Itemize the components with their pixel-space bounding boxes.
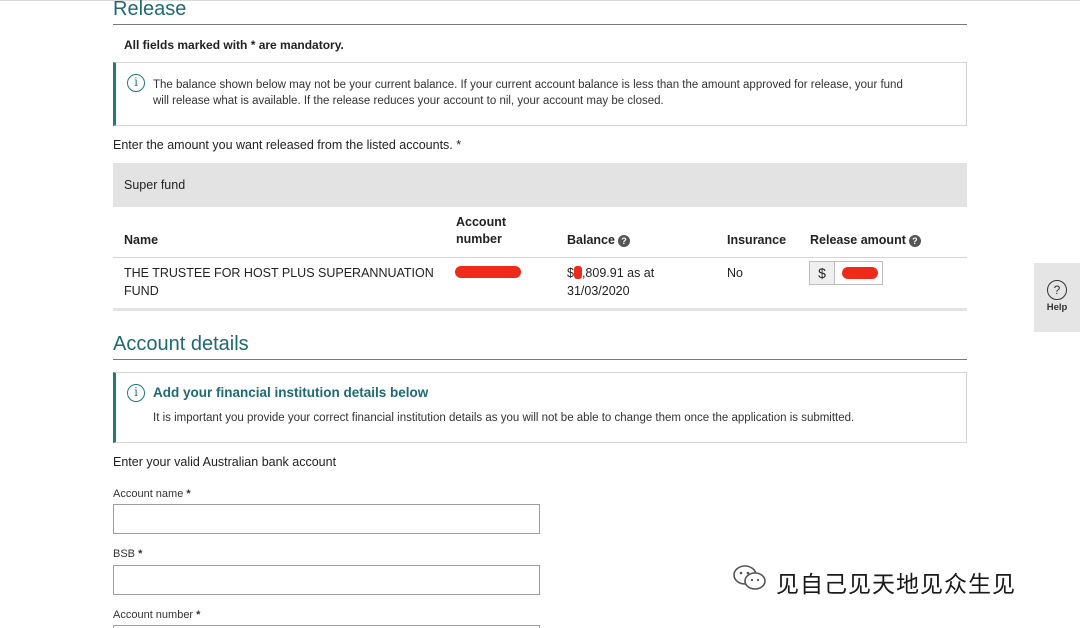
bank-account-prompt: Enter your valid Australian bank account [113,455,337,469]
fund-name: THE TRUSTEE FOR HOST PLUS SUPERANNUATION… [124,264,434,300]
release-amount-input[interactable]: $ [809,261,883,285]
info-icon: i [127,384,145,402]
balance-line1: ,809.91 as at [581,266,655,280]
bsb-label: BSB * [113,548,142,560]
col-account-number: Account number [456,214,506,248]
table-bottom-rule [113,308,967,311]
release-title: Release [113,0,187,20]
col-account-line1: Account [456,215,506,229]
release-amount-field[interactable] [835,262,882,284]
financial-info-text: It is important you provide your correct… [153,412,855,424]
balance-info-box: i The balance shown below may not be you… [113,62,967,126]
balance-value: $ ,809.91 as at 31/03/2020 [567,264,654,300]
insurance-value: No [727,266,743,280]
balance-currency: $ [567,266,574,280]
account-name-label: Account name * [113,488,191,500]
help-button[interactable]: ? Help [1034,263,1080,332]
release-title-rule [113,24,967,25]
col-balance-label: Balance [567,233,615,247]
account-details-title: Account details [113,333,249,355]
bsb-label-text: BSB [113,548,136,560]
super-fund-label: Super fund [124,178,186,192]
col-release-amount-label: Release amount [810,233,906,247]
watermark-text: 见自己见天地见众生见 [776,571,1016,597]
info-icon: i [127,74,145,92]
help-circle-icon: ? [1047,280,1067,300]
table-header-rule [113,257,967,258]
col-account-line2: number [456,232,502,246]
account-name-label-text: Account name [113,488,184,500]
account-number-label: Account number * [113,609,200,621]
mandatory-note: All fields marked with * are mandatory. [124,38,344,52]
required-mark: * [186,488,191,500]
wechat-icon [732,563,768,599]
account-number-redacted [455,266,521,278]
account-number-label-text: Account number [113,609,194,621]
balance-digit-redacted [573,266,582,279]
account-details-rule [113,359,967,360]
help-label: Help [1046,302,1068,313]
col-name: Name [124,233,159,247]
release-amount-redacted [842,267,878,279]
bsb-input[interactable] [113,565,540,595]
col-balance: Balance? [567,232,630,249]
account-name-input[interactable] [113,504,540,534]
financial-info-heading: Add your financial institution details b… [153,385,429,400]
balance-info-line2: will release what is available. If the r… [153,95,664,107]
balance-info-line1: The balance shown below may not be your … [153,79,903,91]
financial-info-box: i Add your financial institution details… [113,372,967,443]
question-circle-icon[interactable]: ? [617,235,630,247]
required-mark: * [196,609,201,621]
col-insurance: Insurance [727,233,787,247]
fund-name-line1: THE TRUSTEE FOR HOST PLUS SUPERANNUATION [124,266,434,280]
super-fund-band: Super fund [113,163,967,207]
balance-date: 31/03/2020 [567,284,630,298]
col-release-amount: Release amount? [810,232,921,249]
required-mark: * [138,548,143,560]
release-prompt: Enter the amount you want released from … [113,138,462,152]
question-circle-icon[interactable]: ? [908,235,921,247]
release-currency-symbol: $ [810,262,835,284]
fund-name-line2: FUND [124,284,159,298]
